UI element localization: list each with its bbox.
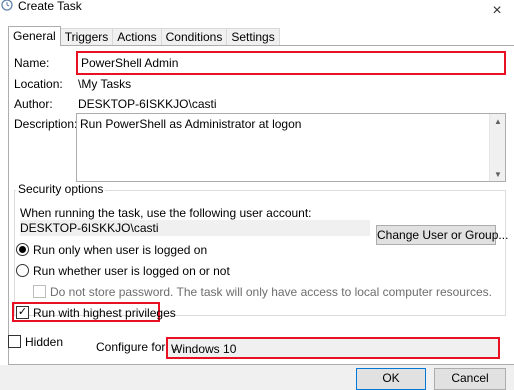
configure-for-select[interactable]: Windows 10 ⌄ <box>166 337 500 359</box>
close-icon: × <box>492 2 502 19</box>
radio-whether-logged-on[interactable] <box>16 264 29 277</box>
close-button[interactable]: × <box>480 0 514 22</box>
radio-whether-label[interactable]: Run whether user is logged on or not <box>33 264 230 278</box>
location-label: Location: <box>14 77 63 91</box>
name-input-value: PowerShell Admin <box>81 56 179 70</box>
tab-settings[interactable]: Settings <box>226 28 280 46</box>
user-account-field: DESKTOP-6ISKKJO\casti <box>20 220 370 236</box>
task-scheduler-icon <box>1 0 13 11</box>
change-user-button[interactable]: Change User or Group... <box>376 225 508 245</box>
description-value: Run PowerShell as Administrator at logon <box>80 117 302 131</box>
name-input[interactable]: PowerShell Admin <box>76 51 506 75</box>
highest-privileges-checkbox[interactable]: ✓ <box>16 306 29 319</box>
account-prompt: When running the task, use the following… <box>20 206 312 220</box>
description-scrollbar[interactable]: ▲ ▼ <box>489 114 505 181</box>
description-label: Description: <box>14 117 78 131</box>
author-value: DESKTOP-6ISKKJO\casti <box>78 97 217 111</box>
description-input[interactable]: Run PowerShell as Administrator at logon… <box>76 113 506 182</box>
scroll-up-icon[interactable]: ▲ <box>490 114 506 128</box>
tab-conditions[interactable]: Conditions <box>160 28 228 46</box>
title-bar: Create Task × <box>0 0 514 22</box>
window-title: Create Task <box>18 0 82 13</box>
radio-logged-on[interactable] <box>16 243 29 256</box>
tab-strip: General Triggers Actions Conditions Sett… <box>8 26 280 46</box>
author-label: Author: <box>14 97 53 111</box>
tab-actions[interactable]: Actions <box>112 28 162 46</box>
cancel-button[interactable]: Cancel <box>434 368 506 390</box>
chevron-down-icon: ⌄ <box>171 343 180 354</box>
tab-triggers[interactable]: Triggers <box>59 28 114 46</box>
no-store-password-checkbox[interactable] <box>33 285 46 298</box>
security-options-title: Security options <box>16 182 106 196</box>
hidden-checkbox[interactable] <box>8 335 21 348</box>
tab-general[interactable]: General <box>8 26 61 46</box>
ok-button[interactable]: OK <box>356 368 426 390</box>
user-account-value: DESKTOP-6ISKKJO\casti <box>20 221 159 235</box>
name-label: Name: <box>14 56 50 70</box>
scroll-down-icon[interactable]: ▼ <box>490 167 506 181</box>
check-icon: ✓ <box>17 306 28 318</box>
no-store-password-label: Do not store password. The task will onl… <box>50 285 492 299</box>
highest-privileges-label[interactable]: Run with highest privileges <box>33 306 176 320</box>
hidden-label[interactable]: Hidden <box>25 335 63 349</box>
location-value: \My Tasks <box>78 77 132 91</box>
configure-for-label: Configure for: <box>96 340 169 354</box>
radio-logged-on-label[interactable]: Run only when user is logged on <box>33 243 207 257</box>
